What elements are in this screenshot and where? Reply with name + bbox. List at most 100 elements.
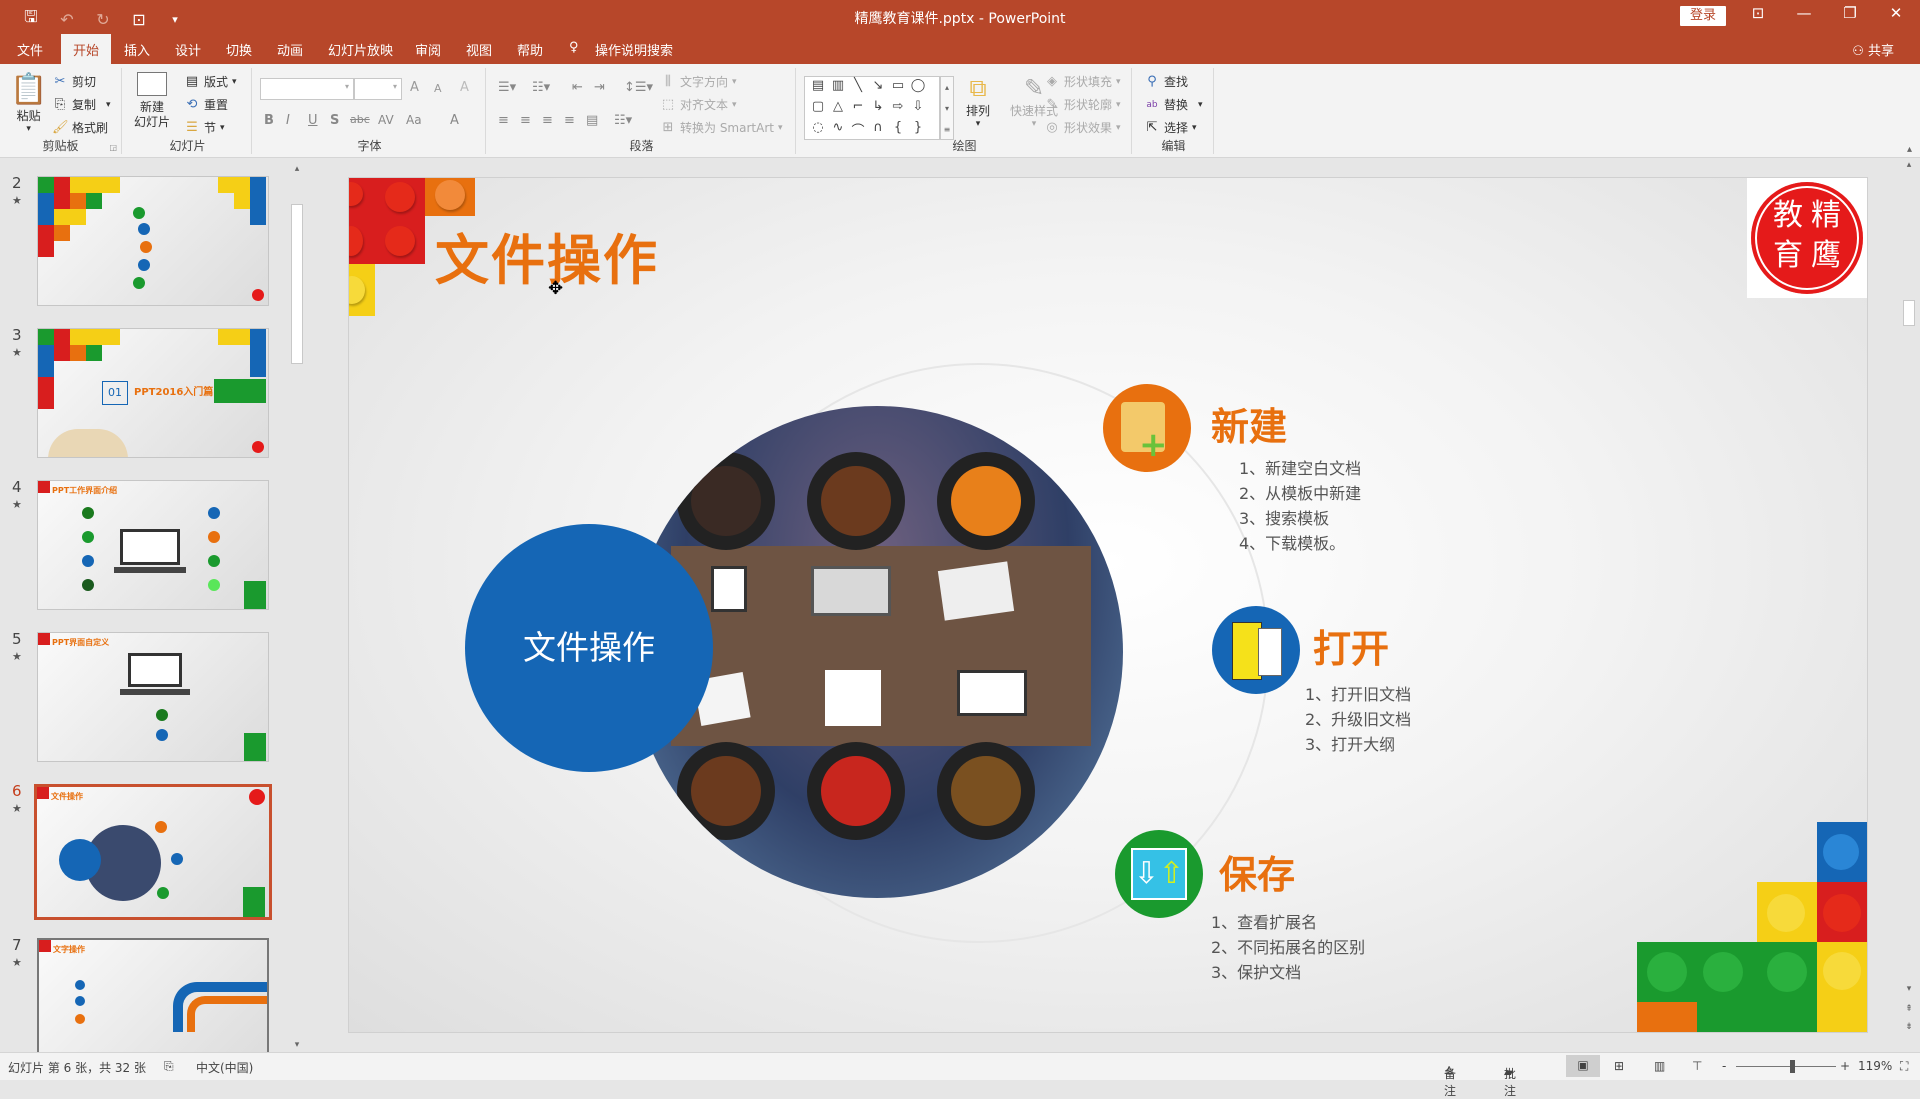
shape-gallery-item[interactable]: ↘ <box>868 78 888 99</box>
align-text-button[interactable]: ⬚ 对齐文本 ▾ <box>660 96 737 113</box>
restore-button[interactable]: ❐ <box>1830 4 1870 22</box>
decrease-indent-button[interactable]: ⇤ <box>572 80 583 95</box>
shape-gallery-item[interactable]: ╲ <box>848 78 868 99</box>
replace-button[interactable]: ab 替换 ▾ <box>1144 96 1202 113</box>
next-slide-icon[interactable]: ⇟ <box>1902 1022 1916 1032</box>
increase-font-button[interactable]: A <box>410 80 419 95</box>
tab-animations[interactable]: 动画 <box>277 40 303 59</box>
layout-button[interactable]: ▤ 版式 ▾ <box>184 73 237 90</box>
shapes-gallery[interactable]: ▤ ▥ ╲ ↘ ▭ ◯ ▢ △ ⌐ ↳ ⇨ ⇩ ◌ ∿ ⌒ ∩{} <box>804 76 940 140</box>
tab-slideshow[interactable]: 幻灯片放映 <box>328 40 393 59</box>
section-heading-new[interactable]: 新建 <box>1211 396 1287 451</box>
scrollbar-thumb[interactable] <box>1903 300 1915 326</box>
slide-thumbnail-5[interactable]: PPT界面自定义 <box>37 632 269 762</box>
section-button[interactable]: ☰ 节 ▾ <box>184 119 224 136</box>
shape-gallery-item[interactable]: ⇩ <box>908 99 928 120</box>
scroll-down-icon[interactable]: ▾ <box>1902 984 1916 994</box>
slide-sorter-button[interactable]: ⊞ <box>1614 1059 1624 1073</box>
slide-thumbnail-2[interactable] <box>37 176 269 306</box>
previous-slide-icon[interactable]: ⇞ <box>1902 1004 1916 1014</box>
tab-view[interactable]: 视图 <box>466 40 492 59</box>
slide-thumbnail-7[interactable]: 文字操作 <box>37 938 269 1052</box>
tab-insert[interactable]: 插入 <box>124 40 150 59</box>
fit-to-window-icon[interactable]: ⛶ <box>1900 1059 1908 1074</box>
scroll-up-icon[interactable]: ▴ <box>1902 160 1916 170</box>
scroll-up-icon[interactable]: ▴ <box>290 164 304 174</box>
slide-thumbnail-4[interactable]: PPT工作界面介绍 <box>37 480 269 610</box>
font-name-combobox[interactable]: ▾ <box>260 78 354 100</box>
text-direction-button[interactable]: ⫼ 文字方向 ▾ <box>660 73 737 90</box>
thumbnails-scrollbar[interactable]: ▴ ▾ <box>290 162 304 1052</box>
shape-gallery-item[interactable]: ⇨ <box>888 99 908 120</box>
slideshow-button[interactable]: ⊤ <box>1692 1059 1702 1073</box>
bullets-button[interactable]: ☰▾ <box>498 80 516 95</box>
select-button[interactable]: ⇱ 选择 ▾ <box>1144 119 1197 136</box>
section-heading-open[interactable]: 打开 <box>1313 618 1389 673</box>
zoom-in-button[interactable]: + <box>1840 1059 1850 1073</box>
shape-outline-button[interactable]: ✎ 形状轮廓 ▾ <box>1044 96 1121 113</box>
new-slide-button[interactable]: 新建 幻灯片 <box>134 72 170 130</box>
change-case-button[interactable]: Aa <box>406 113 422 127</box>
increase-indent-button[interactable]: ⇥ <box>594 80 605 95</box>
zoom-slider[interactable] <box>1736 1060 1836 1073</box>
character-spacing-button[interactable]: AV <box>378 113 394 127</box>
numbering-button[interactable]: ☷▾ <box>532 80 550 95</box>
dialog-launcher-icon[interactable]: ◲ <box>109 143 117 152</box>
tab-help[interactable]: 帮助 <box>517 40 543 59</box>
underline-button[interactable]: U <box>308 113 318 128</box>
slide-canvas[interactable]: 文件操作 教 精 育 鹰 文件操作 + 新建 1、新建空白文档 2、从模板中新建… <box>348 177 1868 1033</box>
italic-button[interactable]: I <box>286 113 290 128</box>
login-button[interactable]: 登录 <box>1680 6 1726 26</box>
align-right-button[interactable]: ≡ <box>542 113 553 128</box>
shape-gallery-item[interactable]: ▤ <box>808 78 828 99</box>
line-spacing-button[interactable]: ↕☰▾ <box>624 80 653 95</box>
strikethrough-button[interactable]: abc <box>350 113 370 126</box>
copy-button[interactable]: ⎘ 复制 ▾ <box>52 96 111 113</box>
clear-formatting-button[interactable]: A <box>460 80 469 95</box>
gallery-scroll[interactable]: ▴ ▾ ≡ <box>940 76 954 140</box>
tab-file[interactable]: 文件 <box>17 40 43 59</box>
zoom-out-button[interactable]: - <box>1722 1059 1726 1073</box>
shape-effects-button[interactable]: ◎ 形状效果 ▾ <box>1044 119 1120 136</box>
shape-gallery-item[interactable]: ▭ <box>888 78 908 99</box>
font-color-button[interactable]: A <box>450 113 459 128</box>
ribbon-display-options-button[interactable]: ⊡ <box>1738 4 1778 22</box>
normal-view-button[interactable]: ▣ <box>1566 1055 1600 1077</box>
section-heading-save[interactable]: 保存 <box>1219 844 1295 899</box>
tab-review[interactable]: 审阅 <box>415 40 441 59</box>
slide-title[interactable]: 文件操作 <box>435 216 659 295</box>
center-topic-circle[interactable]: 文件操作 <box>465 524 713 772</box>
shape-gallery-item[interactable]: ↳ <box>868 99 888 120</box>
distributed-button[interactable]: ▤ <box>586 113 598 128</box>
justify-button[interactable]: ≡ <box>564 113 575 128</box>
reading-view-button[interactable]: ▥ <box>1654 1059 1665 1073</box>
shadow-button[interactable]: S <box>330 113 339 128</box>
shape-gallery-item[interactable]: ▥ <box>828 78 848 99</box>
align-center-button[interactable]: ≡ <box>520 113 531 128</box>
cut-button[interactable]: ✂ 剪切 <box>52 73 96 90</box>
font-size-combobox[interactable]: ▾ <box>354 78 402 100</box>
shape-fill-button[interactable]: ◈ 形状填充 ▾ <box>1044 73 1121 90</box>
shape-gallery-item[interactable]: △ <box>828 99 848 120</box>
close-button[interactable]: ✕ <box>1876 4 1916 22</box>
convert-smartart-button[interactable]: ⊞ 转换为 SmartArt ▾ <box>660 119 783 136</box>
slide-thumbnail-6[interactable]: 文件操作 <box>34 784 272 920</box>
tab-home[interactable]: 开始 <box>61 34 112 64</box>
scroll-down-icon[interactable]: ▾ <box>290 1040 304 1050</box>
spell-check-icon[interactable]: ⎘ <box>164 1059 174 1074</box>
slide-thumbnail-3[interactable]: 01 PPT2016入门篇 <box>37 328 269 458</box>
language-indicator[interactable]: 中文(中国) <box>196 1059 253 1076</box>
align-left-button[interactable]: ≡ <box>498 113 509 128</box>
decrease-font-button[interactable]: A <box>434 82 442 95</box>
columns-button[interactable]: ☷▾ <box>614 113 632 128</box>
share-button[interactable]: ⚇ 共享 <box>1852 40 1894 59</box>
bold-button[interactable]: B <box>264 113 274 128</box>
shape-gallery-item[interactable]: ⌐ <box>848 99 868 120</box>
shape-gallery-item[interactable]: ▢ <box>808 99 828 120</box>
minimize-button[interactable]: — <box>1784 4 1824 22</box>
tab-design[interactable]: 设计 <box>175 40 201 59</box>
slide-scrollbar[interactable]: ▴ ▾ ⇞ ⇟ <box>1900 158 1918 1052</box>
shape-gallery-item[interactable]: ◯ <box>908 78 928 99</box>
zoom-level[interactable]: 119% <box>1858 1059 1892 1073</box>
scrollbar-thumb[interactable] <box>291 204 303 364</box>
